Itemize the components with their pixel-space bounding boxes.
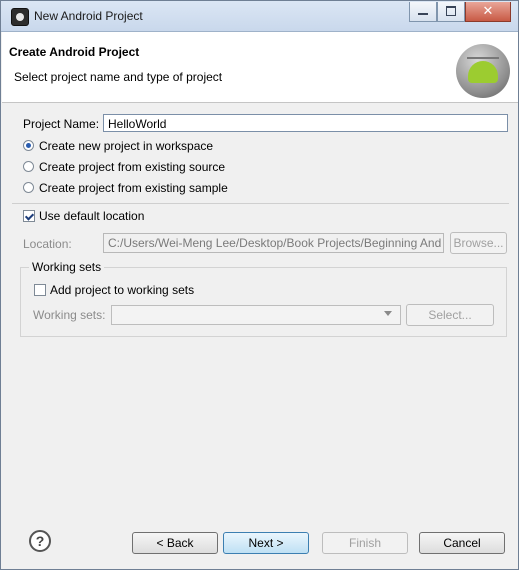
radio-create-new[interactable]: [23, 140, 34, 151]
minimize-button[interactable]: [409, 2, 437, 22]
use-default-location-checkbox[interactable]: [23, 210, 35, 222]
android-logo-icon: [456, 44, 510, 98]
radio-existing-sample[interactable]: [23, 182, 34, 193]
eclipse-app-icon: [11, 8, 29, 26]
next-button[interactable]: Next >: [223, 532, 309, 554]
window-title: New Android Project: [34, 9, 143, 23]
radio-existing-source[interactable]: [23, 161, 34, 172]
add-working-sets-label[interactable]: Add project to working sets: [50, 283, 194, 297]
working-sets-label: Working sets:: [33, 308, 106, 322]
add-working-sets-checkbox[interactable]: [34, 284, 46, 296]
close-button[interactable]: ✕: [465, 2, 511, 22]
separator: [12, 203, 509, 204]
radio-existing-source-label[interactable]: Create project from existing source: [39, 160, 225, 174]
use-default-location-label[interactable]: Use default location: [39, 209, 144, 223]
working-sets-combo[interactable]: [111, 305, 401, 325]
title-bar: New Android Project ✕: [1, 1, 518, 32]
help-icon[interactable]: ?: [29, 530, 51, 552]
location-label: Location:: [23, 237, 72, 251]
wizard-subtitle: Select project name and type of project: [14, 70, 223, 84]
radio-existing-sample-label[interactable]: Create project from existing sample: [39, 181, 228, 195]
radio-create-new-label[interactable]: Create new project in workspace: [39, 139, 213, 153]
project-name-label: Project Name:: [23, 117, 100, 131]
project-name-input[interactable]: HelloWorld: [103, 114, 508, 132]
wizard-header: Create Android Project Select project na…: [2, 32, 518, 103]
new-android-project-dialog: New Android Project ✕ Create Android Pro…: [0, 0, 519, 570]
browse-button[interactable]: Browse...: [450, 232, 507, 254]
back-button[interactable]: < Back: [132, 532, 218, 554]
window-controls: ✕: [409, 2, 511, 22]
chevron-down-icon: [384, 311, 392, 316]
finish-button[interactable]: Finish: [322, 532, 408, 554]
working-sets-group: [20, 267, 507, 337]
location-input[interactable]: C:/Users/Wei-Meng Lee/Desktop/Book Proje…: [103, 233, 444, 253]
wizard-title: Create Android Project: [9, 45, 140, 59]
working-sets-group-label: Working sets: [29, 260, 105, 274]
cancel-button[interactable]: Cancel: [419, 532, 505, 554]
close-icon: ✕: [482, 3, 494, 18]
select-working-sets-button[interactable]: Select...: [406, 304, 494, 326]
maximize-button[interactable]: [437, 2, 465, 22]
